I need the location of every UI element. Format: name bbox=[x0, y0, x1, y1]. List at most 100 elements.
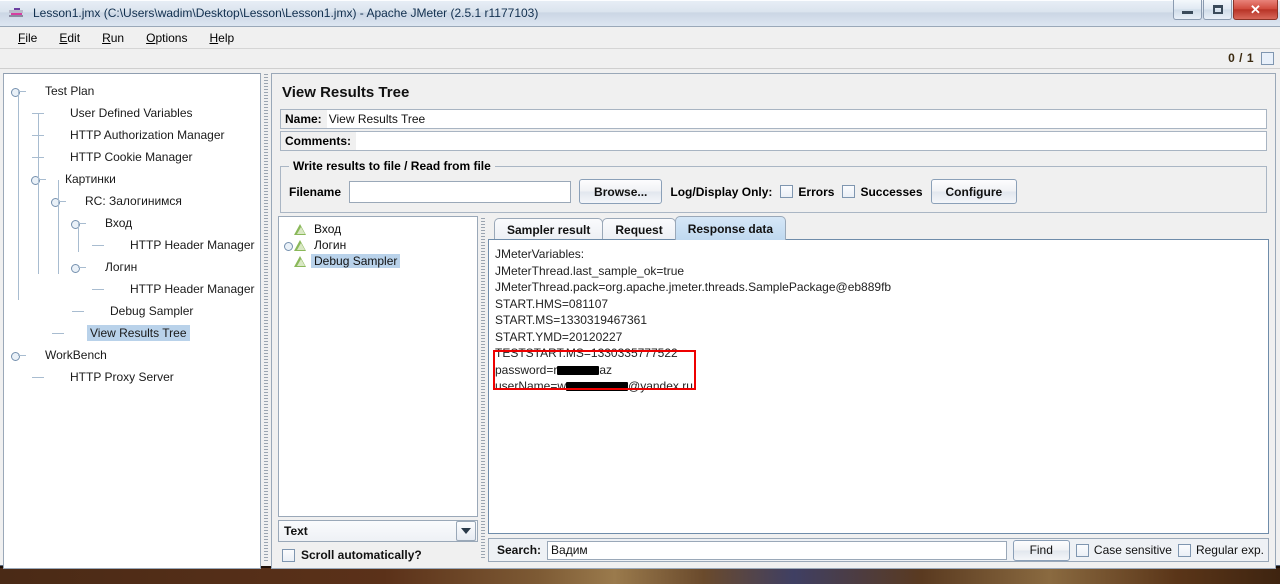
result-item-0[interactable]: Вход bbox=[279, 221, 477, 237]
controller-icon bbox=[61, 193, 78, 210]
regular-exp-wrap[interactable]: Regular exp. bbox=[1177, 543, 1264, 557]
tree-item-label: View Results Tree bbox=[87, 325, 190, 341]
search-bar: Search: Find Case sensitive Regular exp. bbox=[488, 538, 1269, 562]
toolbar-strip: 0 / 1 bbox=[0, 49, 1280, 69]
tree-expand-handle-icon[interactable] bbox=[70, 263, 86, 273]
menu-edit[interactable]: Edit bbox=[49, 29, 90, 47]
tree-item-9[interactable]: HTTP Header Manager bbox=[4, 278, 260, 300]
configure-button[interactable]: Configure bbox=[930, 179, 1018, 204]
menu-run[interactable]: Run bbox=[92, 29, 134, 47]
taskbar-strip bbox=[0, 568, 1280, 584]
tree-item-label: HTTP Header Manager bbox=[130, 238, 255, 252]
case-sensitive-checkbox[interactable] bbox=[1075, 543, 1089, 557]
sampler-icon bbox=[86, 303, 103, 320]
tree-guide-line bbox=[18, 92, 19, 300]
tree-item-label: Логин bbox=[105, 260, 138, 274]
test-plan-tree-panel[interactable]: Test Plan User Defined Variables HTTP Auth… bbox=[3, 73, 261, 569]
chevron-down-icon[interactable] bbox=[456, 521, 476, 541]
menu-options[interactable]: Options bbox=[136, 29, 197, 47]
split-divider[interactable] bbox=[261, 70, 271, 566]
redacted-prefix: userName=w bbox=[495, 379, 567, 393]
redaction-bar bbox=[557, 365, 600, 375]
tree-item-7[interactable]: HTTP Header Manager bbox=[4, 234, 260, 256]
errors-label: Errors bbox=[798, 184, 835, 199]
result-connector bbox=[283, 254, 293, 268]
tree-guide-line bbox=[58, 180, 59, 274]
render-type-select[interactable]: Text bbox=[278, 520, 478, 542]
errors-checkbox[interactable] bbox=[780, 185, 794, 198]
result-connector bbox=[283, 222, 293, 236]
search-input[interactable] bbox=[547, 540, 1007, 560]
filename-input[interactable] bbox=[349, 180, 572, 203]
tree-item-4[interactable]: Картинки bbox=[4, 168, 260, 190]
maximize-button[interactable] bbox=[1203, 0, 1232, 20]
thread-counter-indicator bbox=[1261, 52, 1274, 65]
result-item-2[interactable]: Debug Sampler bbox=[279, 253, 477, 269]
log-display-only-label: Log/Display Only: bbox=[670, 184, 773, 199]
result-item-label: Вход bbox=[314, 222, 342, 236]
successes-checkbox[interactable] bbox=[842, 185, 856, 198]
browse-button[interactable]: Browse... bbox=[579, 179, 663, 204]
tree-item-6[interactable]: Вход bbox=[4, 212, 260, 234]
minimize-button[interactable] bbox=[1173, 0, 1202, 20]
tree-item-8[interactable]: Логин bbox=[4, 256, 260, 278]
result-item-1[interactable]: Логин bbox=[279, 237, 477, 253]
tree-item-label: User Defined Variables bbox=[70, 106, 193, 120]
results-split-divider[interactable] bbox=[478, 216, 488, 562]
response-line-redacted: password=r az bbox=[495, 362, 1268, 379]
tree-item-11[interactable]: View Results Tree bbox=[4, 322, 260, 344]
errors-checkbox-wrap[interactable]: Errors bbox=[780, 185, 834, 199]
menu-file[interactable]: File bbox=[8, 29, 47, 47]
filename-label: Filename bbox=[289, 184, 342, 199]
tree-elbow-connector bbox=[90, 234, 106, 256]
response-line-redacted: userName=w @yandex.ru bbox=[495, 378, 1268, 395]
result-expand-handle-icon[interactable] bbox=[283, 238, 293, 252]
divider-grip bbox=[264, 74, 268, 562]
tab-request[interactable]: Request bbox=[602, 218, 676, 240]
test-plan-tree[interactable]: Test Plan User Defined Variables HTTP Auth… bbox=[4, 74, 260, 388]
tree-guide-line bbox=[78, 224, 79, 252]
case-sensitive-label: Case sensitive bbox=[1093, 543, 1172, 557]
tree-item-10[interactable]: Debug Sampler bbox=[4, 300, 260, 322]
config-icon bbox=[106, 281, 123, 298]
results-divider-grip bbox=[481, 218, 485, 560]
sampler-icon bbox=[81, 215, 98, 232]
close-button[interactable]: ✕ bbox=[1233, 0, 1278, 20]
menu-help[interactable]: Help bbox=[199, 29, 244, 47]
result-success-icon bbox=[293, 238, 308, 252]
tree-item-5[interactable]: RC: Залогинимся bbox=[4, 190, 260, 212]
find-button[interactable]: Find bbox=[1012, 539, 1070, 561]
tree-item-0[interactable]: Test Plan bbox=[4, 80, 260, 102]
scroll-automatically-wrap[interactable]: Scroll automatically? bbox=[278, 548, 478, 562]
comments-input[interactable] bbox=[356, 132, 1266, 150]
tab-sampler-result[interactable]: Sampler result bbox=[494, 218, 604, 240]
menu-run-rest: un bbox=[110, 30, 125, 45]
scroll-automatically-checkbox[interactable] bbox=[282, 548, 295, 562]
tree-expand-handle-icon[interactable] bbox=[10, 351, 26, 361]
listener-panel: View Results Tree Name: Comments: Write … bbox=[271, 73, 1276, 569]
tree-item-label: Картинки bbox=[65, 172, 116, 186]
tree-item-13[interactable]: HTTP Proxy Server bbox=[4, 366, 260, 388]
window-controls: ✕ bbox=[1173, 0, 1278, 20]
tree-item-label: Debug Sampler bbox=[110, 304, 194, 318]
successes-checkbox-wrap[interactable]: Successes bbox=[842, 185, 923, 199]
regular-exp-checkbox[interactable] bbox=[1177, 543, 1191, 557]
title-bar: Lesson1.jmx (C:\Users\wadim\Desktop\Less… bbox=[0, 0, 1280, 27]
name-input[interactable] bbox=[326, 110, 1266, 128]
response-line: JMeterThread.last_sample_ok=true bbox=[495, 263, 685, 278]
tree-guide-line bbox=[38, 114, 39, 274]
proxy-icon bbox=[46, 369, 63, 386]
response-line: JMeterVariables: bbox=[495, 247, 585, 261]
tree-item-label: RC: Залогинимся bbox=[85, 194, 182, 208]
tree-item-3[interactable]: HTTP Cookie Manager bbox=[4, 146, 260, 168]
write-results-group: Write results to file / Read from file F… bbox=[280, 159, 1267, 213]
tree-item-2[interactable]: HTTP Authorization Manager bbox=[4, 124, 260, 146]
tab-response-data[interactable]: Response data bbox=[674, 216, 787, 240]
results-tree[interactable]: Вход Логин Debug Sampler bbox=[278, 216, 478, 517]
tree-item-1[interactable]: User Defined Variables bbox=[4, 102, 260, 124]
response-data-view[interactable]: JMeterVariables: JMeterThread.last_sample… bbox=[488, 239, 1269, 534]
config-icon bbox=[46, 149, 63, 166]
tree-item-12[interactable]: WorkBench bbox=[4, 344, 260, 366]
case-sensitive-wrap[interactable]: Case sensitive bbox=[1075, 543, 1172, 557]
menu-bar: File Edit Run Options Help bbox=[0, 27, 1280, 49]
